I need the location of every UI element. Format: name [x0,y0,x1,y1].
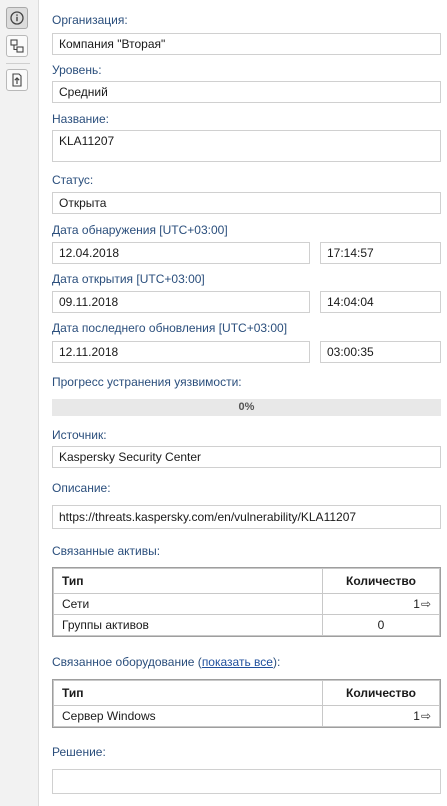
related-equipment-label-suffix: ): [272,655,281,669]
updated-time-field[interactable]: 03:00:35 [320,341,441,363]
toolbar-divider [6,63,30,64]
detected-time-field[interactable]: 17:14:57 [320,242,441,264]
opened-date-label: Дата открытия [UTC+03:00] [52,272,205,286]
column-header-type[interactable]: Тип [53,568,323,594]
info-icon [10,11,24,25]
go-to-arrow-icon[interactable]: ⇨ [421,709,431,723]
organization-field[interactable]: Компания "Вторая" [52,33,441,55]
related-assets-table: Тип Количество Сети 1⇨ Группы активов 0 [53,568,440,636]
related-assets-table-frame: Тип Количество Сети 1⇨ Группы активов 0 [52,567,441,637]
detected-date-label: Дата обнаружения [UTC+03:00] [52,223,228,237]
asset-count-cell: 1⇨ [322,593,440,615]
remediation-progress-bar: 0% [52,399,441,416]
level-label: Уровень: [52,63,102,77]
count-value: 1 [413,709,420,723]
related-assets-label: Связанные активы: [52,544,161,558]
equipment-count-cell: 1⇨ [322,705,440,727]
description-label: Описание: [52,481,111,495]
source-label: Источник: [52,428,107,442]
table-row[interactable]: Группы активов 0 [53,614,440,636]
equipment-type-cell: Сервер Windows [53,705,323,727]
organization-label: Организация: [52,13,128,27]
go-to-arrow-icon[interactable]: ⇨ [421,597,431,611]
level-field[interactable]: Средний [52,81,441,103]
column-header-type[interactable]: Тип [53,680,323,706]
asset-count-cell: 0 [322,614,440,636]
opened-time-field[interactable]: 14:04:04 [320,291,441,313]
source-field[interactable]: Kaspersky Security Center [52,446,441,468]
left-toolbar [0,0,39,806]
related-objects-icon [10,39,24,53]
info-button[interactable] [6,7,28,29]
table-row[interactable]: Сервер Windows 1⇨ [53,705,440,727]
related-equipment-label: Связанное оборудование (показать все): [52,655,280,669]
progress-value: 0% [238,401,255,413]
description-field[interactable]: https://threats.kaspersky.com/en/vulnera… [52,505,441,529]
column-header-count[interactable]: Количество [322,680,440,706]
column-header-count[interactable]: Количество [322,568,440,594]
table-row[interactable]: Сети 1⇨ [53,593,440,615]
status-field[interactable]: Открыта [52,192,441,214]
name-field[interactable]: KLA11207 [52,130,441,162]
detected-date-field[interactable]: 12.04.2018 [52,242,310,264]
progress-label: Прогресс устранения уязвимости: [52,375,242,389]
export-icon [12,73,22,87]
updated-date-label: Дата последнего обновления [UTC+03:00] [52,321,288,335]
show-all-link[interactable]: показать все [202,655,273,669]
count-value: 0 [377,618,385,632]
name-label: Название: [52,112,109,126]
export-button[interactable] [6,69,28,91]
status-label: Статус: [52,173,94,187]
related-equipment-label-text: Связанное оборудование ( [52,655,202,669]
related-equipment-table: Тип Количество Сервер Windows 1⇨ [53,680,440,727]
related-objects-button[interactable] [6,35,28,57]
count-value: 1 [413,597,420,611]
solution-field[interactable] [52,769,441,794]
related-equipment-table-frame: Тип Количество Сервер Windows 1⇨ [52,679,441,728]
asset-type-cell: Сети [53,593,323,615]
opened-date-field[interactable]: 09.11.2018 [52,291,310,313]
solution-label: Решение: [52,745,106,759]
updated-date-field[interactable]: 12.11.2018 [52,341,310,363]
asset-type-cell: Группы активов [53,614,323,636]
